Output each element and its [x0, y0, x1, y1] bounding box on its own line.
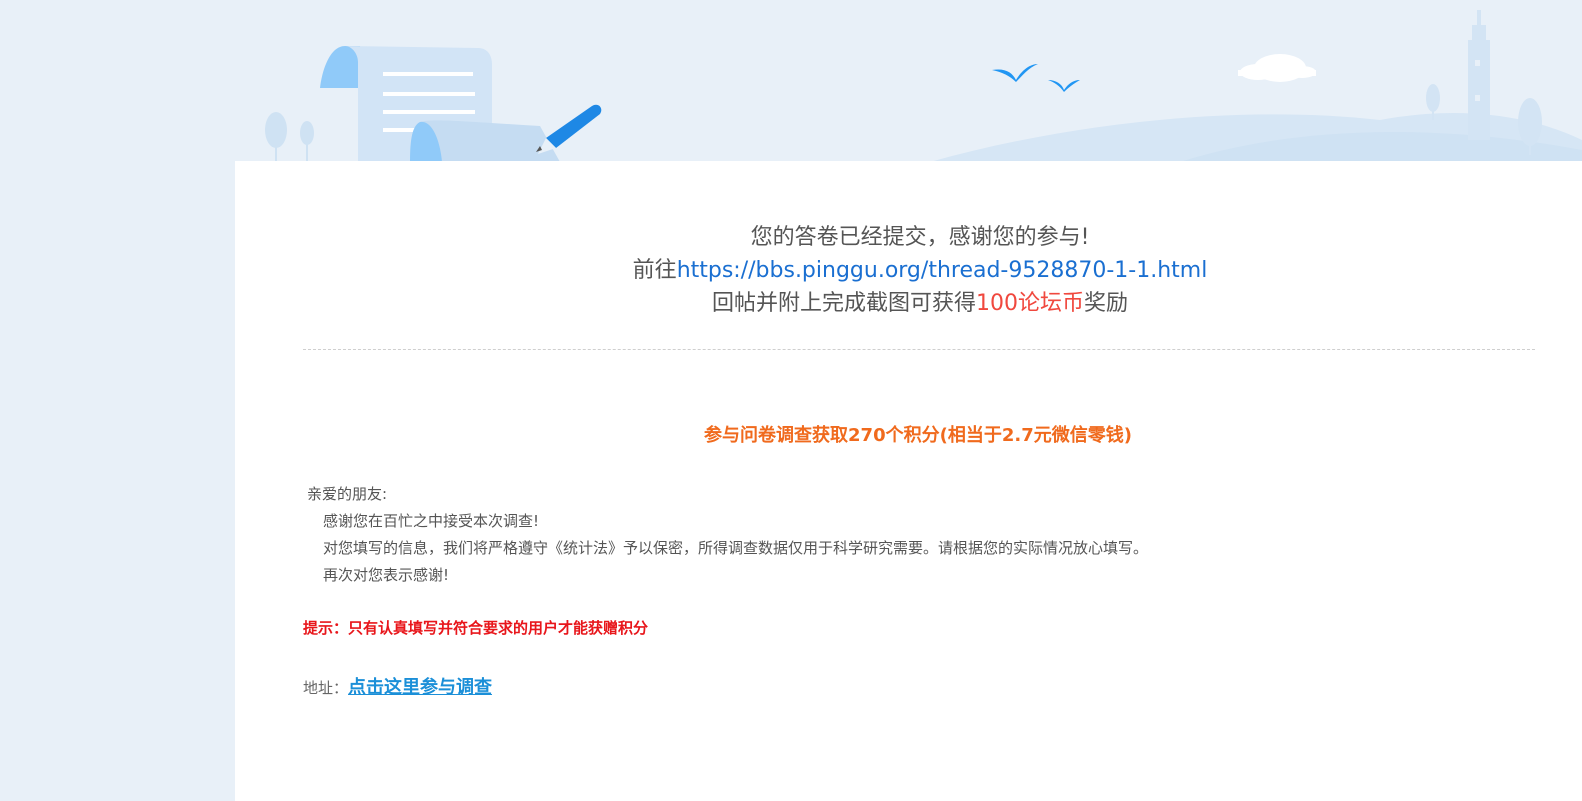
submission-message: 您的答卷已经提交，感谢您的参与! 前往https://bbs.pinggu.or… [235, 221, 1582, 320]
thanks-line: 您的答卷已经提交，感谢您的参与! [750, 225, 1090, 250]
reward-amount: 100论坛币 [976, 291, 1084, 316]
dashed-divider [303, 349, 1535, 350]
address-label: 地址： [303, 679, 349, 697]
letter-greeting: 亲爱的朋友: [307, 485, 388, 503]
letter-line-1: 感谢您在百忙之中接受本次调查! [323, 512, 540, 530]
thread-link[interactable]: https://bbs.pinggu.org/thread-9528870-1-… [677, 258, 1208, 283]
content-card: 您的答卷已经提交，感谢您的参与! 前往https://bbs.pinggu.or… [235, 161, 1582, 801]
reward-line: 回帖并附上完成截图可获得100论坛币奖励 [235, 287, 1582, 320]
address-row: 地址：点击这里参与调查 [303, 673, 492, 699]
goto-prefix: 前往 [632, 258, 677, 283]
letter-line-2: 对您填写的信息，我们将严格遵守《统计法》予以保密，所得调查数据仅用于科学研究需要… [323, 539, 1149, 557]
goto-line: 前往https://bbs.pinggu.org/thread-9528870-… [235, 254, 1582, 287]
header-banner [0, 0, 1582, 162]
tip-text: 提示：只有认真填写并符合要求的用户才能获赠积分 [303, 619, 649, 637]
letter-line-3: 再次对您表示感谢! [323, 566, 450, 584]
survey-letter: 亲爱的朋友: 感谢您在百忙之中接受本次调查! 对您填写的信息，我们将严格遵守《统… [307, 481, 1148, 589]
survey-title: 参与问卷调查获取270个积分(相当于2.7元微信零钱) [704, 425, 1132, 446]
survey-link[interactable]: 点击这里参与调查 [348, 677, 492, 698]
reward-prefix: 回帖并附上完成截图可获得 [711, 291, 976, 316]
reward-suffix: 奖励 [1084, 291, 1129, 316]
